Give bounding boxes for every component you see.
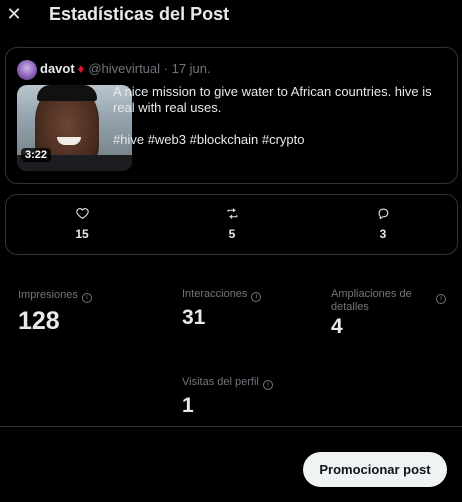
interactions-label-text: Interacciones bbox=[182, 288, 248, 300]
impressions-value: 128 bbox=[18, 307, 60, 335]
profile-visits-label: Visitas del perfil i bbox=[182, 376, 273, 390]
impressions-label: Impresiones i bbox=[18, 289, 92, 303]
interactions-value: 31 bbox=[182, 306, 206, 329]
profile-visits-label-text: Visitas del perfil bbox=[182, 376, 259, 388]
author-line: davot ♦ @hivevirtual · 17 jun. bbox=[40, 61, 211, 76]
avatar[interactable] bbox=[17, 60, 37, 80]
close-icon[interactable]: ✕ bbox=[4, 4, 24, 24]
info-icon[interactable]: i bbox=[262, 380, 273, 390]
expansions-metric: Ampliaciones de detalles i 4 bbox=[331, 288, 451, 339]
heart-icon bbox=[62, 207, 102, 223]
expansions-value: 4 bbox=[331, 315, 343, 338]
engagement-card: 15 5 3 bbox=[5, 194, 458, 255]
expansions-label: Ampliaciones de detalles bbox=[331, 288, 451, 314]
divider bbox=[0, 426, 462, 427]
likes-count: 15 bbox=[75, 227, 89, 241]
expansions-label-line2: detalles bbox=[331, 301, 369, 313]
post-text: A nice mission to give water to African … bbox=[113, 84, 432, 115]
profile-visits-value: 1 bbox=[182, 394, 194, 417]
post-card[interactable]: davot ♦ @hivevirtual · 17 jun. 3:22 A nice… bbox=[5, 47, 458, 184]
post-hashtags[interactable]: #hive #web3 #blockchain #crypto bbox=[113, 132, 305, 147]
profile-visits-metric: Visitas del perfil i 1 bbox=[182, 376, 273, 418]
header: ✕ Estadísticas del Post bbox=[0, 0, 462, 30]
impressions-metric: Impresiones i 128 bbox=[18, 289, 92, 336]
interactions-metric: Interacciones i 31 bbox=[182, 288, 262, 330]
page-title: Estadísticas del Post bbox=[49, 4, 230, 24]
interactions-label: Interacciones i bbox=[182, 288, 262, 302]
repost-icon bbox=[212, 207, 252, 223]
info-icon[interactable]: i bbox=[436, 294, 446, 304]
likes-stat[interactable]: 15 bbox=[62, 207, 102, 241]
expansions-label-line1: Ampliaciones de bbox=[331, 288, 412, 300]
hive-badge-icon: ♦ bbox=[77, 61, 85, 76]
replies-count: 3 bbox=[379, 227, 387, 241]
video-duration-badge: 3:22 bbox=[21, 148, 52, 162]
author-handle-date: @hivevirtual · 17 jun. bbox=[88, 61, 211, 76]
reposts-stat[interactable]: 5 bbox=[212, 207, 252, 241]
reply-icon bbox=[363, 207, 403, 223]
promote-post-button[interactable]: Promocionar post bbox=[303, 452, 447, 487]
replies-stat[interactable]: 3 bbox=[363, 207, 403, 241]
author-name[interactable]: davot bbox=[40, 61, 75, 76]
impressions-label-text: Impresiones bbox=[18, 289, 78, 301]
reposts-count: 5 bbox=[228, 227, 236, 241]
info-icon[interactable]: i bbox=[81, 293, 92, 303]
thumbnail-cap bbox=[37, 85, 97, 101]
info-icon[interactable]: i bbox=[251, 292, 262, 302]
